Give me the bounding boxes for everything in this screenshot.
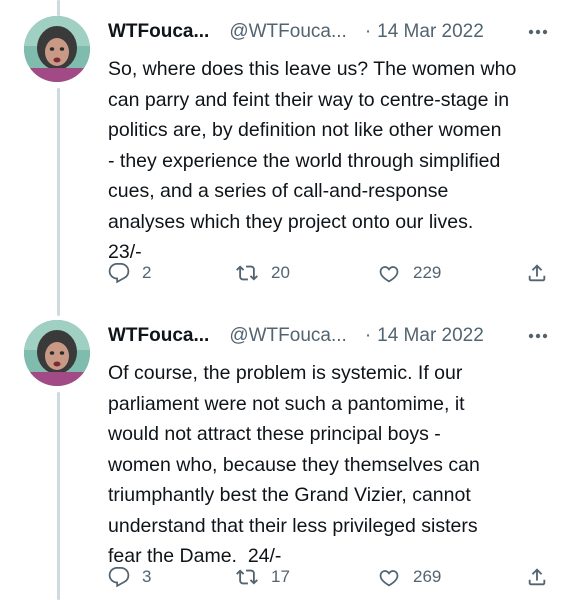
retweet-icon (235, 262, 259, 284)
display-name[interactable]: WTFouca... (108, 21, 209, 43)
retweet-button[interactable]: 17 (235, 562, 290, 592)
tweet-date[interactable]: 14 Mar 2022 (377, 325, 484, 347)
retweet-count: 17 (271, 567, 290, 586)
reply-count: 2 (142, 263, 152, 282)
heart-icon (377, 566, 401, 588)
share-button[interactable] (526, 258, 548, 288)
separator: · (364, 21, 372, 42)
heart-icon (377, 262, 401, 284)
like-button[interactable]: 229 (377, 258, 441, 288)
avatar[interactable] (24, 320, 90, 386)
tweet-content: WTFouca... @WTFouca... · 14 Mar 2022 Of … (108, 318, 556, 572)
retweet-count: 20 (271, 263, 290, 282)
like-count: 269 (413, 567, 442, 586)
share-icon (526, 262, 548, 284)
avatar[interactable] (24, 16, 90, 82)
reply-button[interactable]: 2 (108, 258, 151, 288)
share-button[interactable] (526, 562, 548, 592)
separator: · (364, 325, 372, 346)
more-icon[interactable] (526, 20, 550, 44)
user-handle[interactable]: @WTFouca... (229, 21, 346, 43)
retweet-button[interactable]: 20 (235, 258, 290, 288)
reply-button[interactable]: 3 (108, 562, 151, 592)
tweet[interactable]: WTFouca... @WTFouca... · 14 Mar 2022 So,… (0, 0, 576, 306)
display-name[interactable]: WTFouca... (108, 325, 209, 347)
user-handle[interactable]: @WTFouca... (229, 325, 346, 347)
like-button[interactable]: 269 (377, 562, 441, 592)
reply-count: 3 (142, 567, 152, 586)
tweet-actions: 2 20 229 (108, 258, 556, 288)
like-count: 229 (413, 263, 442, 282)
tweet-content: WTFouca... @WTFouca... · 14 Mar 2022 So,… (108, 14, 556, 268)
tweet-date[interactable]: 14 Mar 2022 (377, 21, 484, 43)
reply-icon (108, 566, 130, 588)
tweet-header: WTFouca... @WTFouca... · 14 Mar 2022 (108, 14, 556, 50)
retweet-icon (235, 566, 259, 588)
reply-icon (108, 262, 130, 284)
share-icon (526, 566, 548, 588)
tweet-actions: 3 17 269 (108, 562, 556, 592)
more-icon[interactable] (526, 324, 550, 348)
tweet-header: WTFouca... @WTFouca... · 14 Mar 2022 (108, 318, 556, 354)
tweet[interactable]: WTFouca... @WTFouca... · 14 Mar 2022 Of … (0, 304, 576, 600)
tweet-text: So, where does this leave us? The women … (108, 58, 517, 263)
tweet-text: Of course, the problem is systemic. If o… (108, 362, 480, 567)
